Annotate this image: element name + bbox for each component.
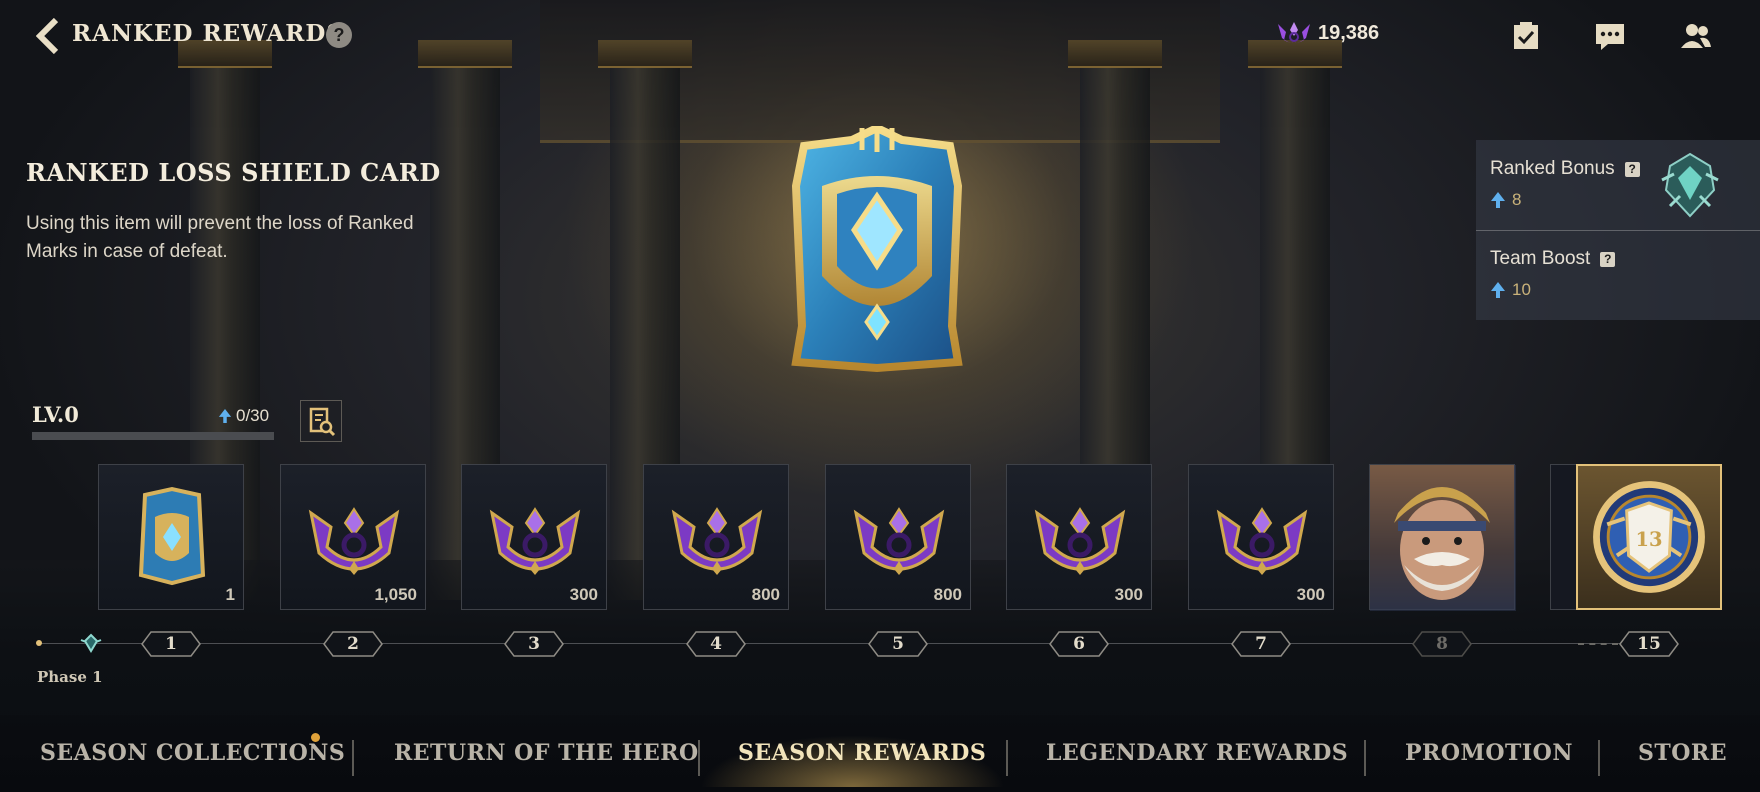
reward-tile-3[interactable]: 300	[461, 464, 607, 610]
tab-divider	[352, 740, 354, 776]
notification-dot	[311, 733, 320, 742]
boost-arrow-icon	[1491, 192, 1505, 208]
tab-season-collections[interactable]: SEASON COLLECTIONS	[40, 740, 345, 766]
track-node-15[interactable]: 15	[1619, 631, 1679, 657]
reward-tile-1[interactable]: 1	[98, 464, 244, 610]
team-boost: Team Boost? 10	[1490, 248, 1616, 300]
reward-tile-8[interactable]	[1369, 464, 1516, 611]
reward-details-button[interactable]	[300, 400, 342, 442]
reward-amount: 1	[225, 585, 235, 604]
track-node-label: 2	[347, 634, 359, 654]
reward-amount: 300	[1114, 585, 1143, 604]
bonus-panel: Ranked Bonus? 8 Team Boost? 10	[1476, 140, 1760, 320]
tab-return-of-the-hero[interactable]: RETURN OF THE HERO	[394, 740, 699, 766]
track-node-label: 6	[1073, 634, 1085, 654]
reward-amount: 300	[1296, 585, 1325, 604]
boost-arrow-icon	[1491, 282, 1505, 298]
missions-icon[interactable]	[1510, 20, 1542, 52]
friends-icon[interactable]	[1680, 20, 1712, 52]
track-node-label: 8	[1436, 634, 1448, 654]
track-node-label: 7	[1255, 634, 1267, 654]
divider	[1476, 230, 1760, 231]
ranked-bonus-value: 8	[1512, 190, 1522, 209]
reward-tile-4[interactable]: 800	[643, 464, 789, 610]
ranked-bonus-help-icon[interactable]: ?	[1624, 161, 1640, 177]
track-node-label: 1	[165, 634, 177, 654]
rank-crest-icon	[1661, 152, 1719, 218]
chat-icon[interactable]	[1594, 20, 1626, 52]
shield-card-icon	[138, 486, 206, 586]
ranked-bonus-label: Ranked Bonus	[1490, 158, 1615, 179]
page-title: RANKED REWARDS	[72, 20, 344, 47]
track-node-label: 15	[1637, 634, 1661, 654]
track-node-4[interactable]: 4	[686, 631, 746, 657]
reward-amount: 800	[751, 585, 780, 604]
team-boost-help-icon[interactable]: ?	[1600, 251, 1616, 267]
document-search-icon	[309, 407, 336, 437]
hero-portrait-icon	[1370, 465, 1516, 611]
tab-divider	[698, 740, 700, 776]
help-icon[interactable]: ?	[326, 22, 352, 48]
level-label: LV.0	[32, 402, 79, 427]
level-progress-bar	[32, 432, 274, 440]
team-boost-value: 10	[1512, 280, 1531, 299]
ranked-bonus: Ranked Bonus? 8	[1490, 158, 1640, 210]
level-progress-text: 0/30	[236, 406, 270, 425]
track-node-6[interactable]: 6	[1049, 631, 1109, 657]
tab-store[interactable]: STORE	[1638, 740, 1727, 766]
track-node-1[interactable]: 1	[141, 631, 201, 657]
team-boost-label: Team Boost	[1490, 248, 1591, 269]
reward-tile-7[interactable]: 300	[1188, 464, 1334, 610]
tab-divider	[1006, 740, 1008, 776]
track-gap-dashes	[1578, 643, 1618, 645]
reward-tile-2[interactable]: 1,050	[280, 464, 426, 610]
track-node-label: 5	[892, 634, 904, 654]
level-progress: 0/30	[218, 406, 269, 426]
track-node-3[interactable]: 3	[504, 631, 564, 657]
shield-card-featured-icon	[791, 126, 963, 372]
boost-arrow-icon	[218, 409, 232, 423]
tab-season-rewards[interactable]: SEASON REWARDS	[738, 740, 986, 766]
reward-amount: 1,050	[374, 585, 417, 604]
current-position-marker-icon	[80, 633, 102, 653]
background-scene	[0, 0, 1760, 792]
currency-value: 19,386	[1318, 21, 1380, 44]
ranked-mark-icon	[1278, 22, 1310, 43]
track-node-label: 3	[528, 634, 540, 654]
emblem-icon: 13	[1593, 481, 1705, 593]
track-start-dot	[36, 640, 42, 646]
reward-amount: 300	[569, 585, 598, 604]
reward-tile-6[interactable]: 300	[1006, 464, 1152, 610]
currency-display: 19,386	[1276, 20, 1379, 46]
tab-divider	[1598, 740, 1600, 776]
back-arrow-icon[interactable]	[36, 18, 60, 54]
tab-promotion[interactable]: PROMOTION	[1405, 740, 1573, 766]
emblem-number: 13	[1635, 528, 1662, 551]
reward-amount: 800	[933, 585, 962, 604]
track-node-7[interactable]: 7	[1231, 631, 1291, 657]
track-node-8[interactable]: 8	[1412, 631, 1472, 657]
reward-tile-15[interactable]: 13	[1576, 464, 1722, 610]
track-node-5[interactable]: 5	[868, 631, 928, 657]
track-node-2[interactable]: 2	[323, 631, 383, 657]
tab-divider	[1364, 740, 1366, 776]
phase-label: Phase 1	[37, 668, 103, 686]
item-name: RANKED LOSS SHIELD CARD	[26, 158, 441, 187]
reward-tile-5[interactable]: 800	[825, 464, 971, 610]
track-node-label: 4	[710, 634, 722, 654]
tab-legendary-rewards[interactable]: LEGENDARY REWARDS	[1046, 740, 1348, 766]
item-description: Using this item will prevent the loss of…	[26, 213, 414, 262]
reward-tile-partial	[1550, 464, 1578, 610]
